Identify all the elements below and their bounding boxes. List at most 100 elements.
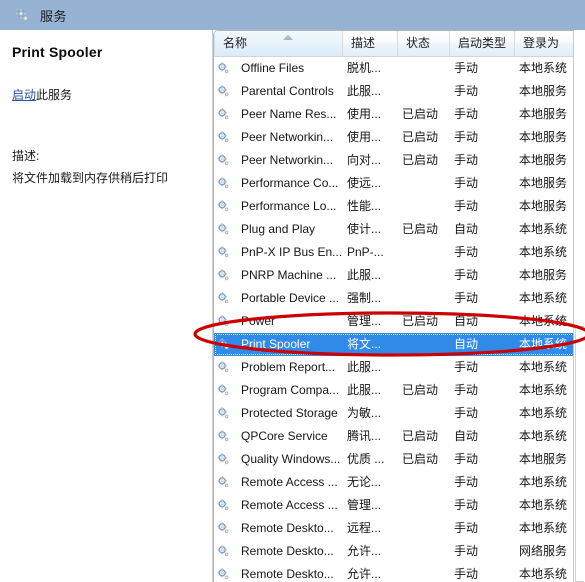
service-gear-icon <box>14 7 30 23</box>
column-header-start[interactable]: 启动类型 <box>450 31 515 56</box>
cell-status <box>402 540 454 563</box>
cell-desc: 性能... <box>347 199 382 213</box>
cell-start: 自动 <box>454 314 479 328</box>
cell-start: 手动 <box>454 567 479 581</box>
cell-name: Offline Files <box>241 61 305 75</box>
cell-status: 已启动 <box>402 222 439 236</box>
cell-name: Program Compa... <box>241 383 340 397</box>
table-row[interactable]: Problem Report... 此服... 手动 本地系统 <box>214 356 585 379</box>
cell-start: 手动 <box>454 360 479 374</box>
table-row[interactable]: Remote Deskto... 允许... 手动 本地系统 <box>214 563 585 582</box>
cell-status <box>402 356 454 379</box>
cell-desc: 允许... <box>347 567 382 581</box>
table-row[interactable]: Performance Lo... 性能... 手动 本地服务 <box>214 195 585 218</box>
cell-name: Peer Name Res... <box>241 107 337 121</box>
table-row[interactable]: Plug and Play 使计... 已启动 自动 本地系统 <box>214 218 585 241</box>
column-header-desc[interactable]: 描述 <box>343 31 398 56</box>
list-column-header-row: 名称 描述 状态 启动类型 登录为 <box>214 31 585 57</box>
cell-name: Quality Windows... <box>241 452 341 466</box>
column-header-label: 登录为 <box>523 36 560 50</box>
cell-name: Power <box>241 314 276 328</box>
window-title-label: 服务 <box>40 8 68 24</box>
table-row[interactable]: Peer Name Res... 使用... 已启动 手动 本地服务 <box>214 103 585 126</box>
table-row[interactable]: Program Compa... 此服... 已启动 手动 本地系统 <box>214 379 585 402</box>
start-service-suffix: 此服务 <box>36 88 73 102</box>
table-row[interactable]: Remote Access ... 无论... 手动 本地系统 <box>214 471 585 494</box>
vertical-scrollbar[interactable] <box>573 30 585 582</box>
cell-status: 已启动 <box>402 383 439 397</box>
table-row[interactable]: Quality Windows... 优质 ... 已启动 手动 本地服务 <box>214 448 585 471</box>
table-row[interactable]: QPCore Service 腾讯... 已启动 自动 本地系统 <box>214 425 585 448</box>
table-row[interactable]: Performance Co... 使远... 手动 本地服务 <box>214 172 585 195</box>
cell-status: 已启动 <box>402 429 439 443</box>
table-row[interactable]: Print Spooler 将文... 自动 本地系统 <box>214 333 585 356</box>
cell-status: 已启动 <box>402 452 439 466</box>
cell-desc: 腾讯... <box>347 429 382 443</box>
cell-start: 手动 <box>454 268 479 282</box>
cell-status <box>402 195 454 218</box>
column-header-status[interactable]: 状态 <box>398 31 450 56</box>
table-row[interactable]: PnP-X IP Bus En... PnP-... 手动 本地系统 <box>214 241 585 264</box>
table-row[interactable]: Remote Access ... 管理... 手动 本地系统 <box>214 494 585 517</box>
cell-name: Remote Access ... <box>241 498 338 512</box>
table-row[interactable]: Portable Device ... 强制... 手动 本地系统 <box>214 287 585 310</box>
cell-name: Portable Device ... <box>241 291 340 305</box>
cell-desc: 优质 ... <box>347 452 385 466</box>
cell-desc: 此服... <box>347 360 382 374</box>
page-title: Print Spooler <box>12 44 103 60</box>
start-service-link[interactable]: 启动 <box>12 88 36 102</box>
cell-start: 手动 <box>454 61 479 75</box>
table-row[interactable]: Remote Deskto... 允许... 手动 网络服务 <box>214 540 585 563</box>
table-row[interactable]: Remote Deskto... 远程... 手动 本地系统 <box>214 517 585 540</box>
scrollbar-thumb[interactable] <box>575 326 584 582</box>
cell-status <box>402 264 454 287</box>
cell-name: Peer Networkin... <box>241 153 334 167</box>
cell-name: Performance Co... <box>241 176 339 190</box>
table-row[interactable]: Peer Networkin... 使用... 已启动 手动 本地服务 <box>214 126 585 149</box>
column-header-label: 状态 <box>406 36 431 50</box>
cell-desc: 此服... <box>347 84 382 98</box>
cell-start: 自动 <box>454 222 479 236</box>
table-row[interactable]: Protected Storage 为敏... 手动 本地系统 <box>214 402 585 425</box>
cell-start: 手动 <box>454 84 479 98</box>
services-list-body[interactable]: Offline Files 脱机... 手动 本地系统 Parental Control… <box>214 57 585 582</box>
cell-desc: 向对... <box>347 153 382 167</box>
cell-desc: PnP-... <box>347 245 384 259</box>
cell-start: 自动 <box>454 337 479 351</box>
cell-status: 已启动 <box>402 153 439 167</box>
column-header-name[interactable]: 名称 <box>214 31 343 56</box>
column-header-label: 启动类型 <box>458 36 507 50</box>
column-header-label: 名称 <box>223 36 248 50</box>
cell-name: Peer Networkin... <box>241 130 334 144</box>
cell-desc: 强制... <box>347 291 382 305</box>
cell-name: Plug and Play <box>241 222 316 236</box>
cell-name: Parental Controls <box>241 84 334 98</box>
cell-desc: 允许... <box>347 544 382 558</box>
cell-status <box>402 402 454 425</box>
cell-desc: 此服... <box>347 268 382 282</box>
cell-status: 已启动 <box>402 107 439 121</box>
description-text: 将文件加载到内存供稍后打印 <box>12 171 169 185</box>
table-row[interactable]: PNRP Machine ... 此服... 手动 本地服务 <box>214 264 585 287</box>
cell-status <box>402 287 454 310</box>
cell-status <box>402 172 454 195</box>
description-label: 描述: <box>12 149 40 163</box>
table-row[interactable]: Offline Files 脱机... 手动 本地系统 <box>214 57 585 80</box>
cell-desc: 脱机... <box>347 61 382 75</box>
cell-name: Performance Lo... <box>241 199 337 213</box>
cell-name: Remote Deskto... <box>241 521 334 535</box>
cell-start: 手动 <box>454 521 479 535</box>
cell-start: 手动 <box>454 245 479 259</box>
cell-status <box>402 563 454 582</box>
cell-start: 手动 <box>454 475 479 489</box>
cell-start: 手动 <box>454 406 479 420</box>
cell-status <box>402 241 454 264</box>
window-title-bar: 服务 <box>0 0 585 30</box>
table-row[interactable]: Peer Networkin... 向对... 已启动 手动 本地服务 <box>214 149 585 172</box>
cell-name: Print Spooler <box>241 337 311 351</box>
cell-name: Problem Report... <box>241 360 336 374</box>
table-row[interactable]: Power 管理... 已启动 自动 本地系统 <box>214 310 585 333</box>
cell-status <box>402 471 454 494</box>
cell-desc: 管理... <box>347 314 382 328</box>
table-row[interactable]: Parental Controls 此服... 手动 本地服务 <box>214 80 585 103</box>
